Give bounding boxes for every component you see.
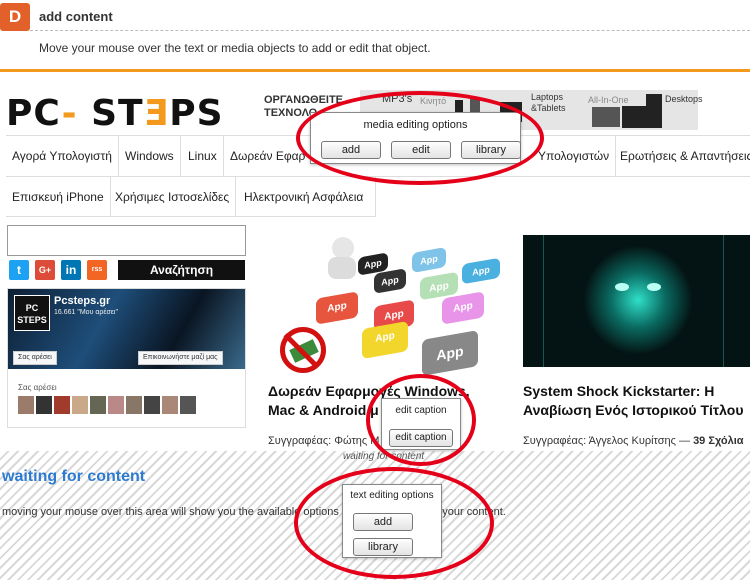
app-block: App bbox=[442, 291, 484, 325]
app-block: App bbox=[412, 247, 446, 273]
app-block: App bbox=[316, 291, 358, 325]
facebook-widget: PC STEPS Pcsteps.gr 16.661 "Μου αρέσει" … bbox=[7, 288, 246, 428]
app-block: App bbox=[374, 268, 406, 294]
shodan-eye-right bbox=[647, 283, 661, 291]
shodan-eye-left bbox=[615, 283, 629, 291]
banner-tablets-label: &Tablets bbox=[531, 103, 566, 113]
facebook-contact-button[interactable]: Επικοινωνήστε μαζί μας bbox=[138, 351, 223, 365]
search-button[interactable]: Αναζήτηση bbox=[118, 260, 245, 280]
article-meta: Συγγραφέας: Άγγελος Κυρίτσης — 39 Σχόλια bbox=[523, 435, 744, 447]
nav-item-useful-sites[interactable]: Χρήσιμες Ιστοσελίδες bbox=[109, 177, 237, 217]
nav-item-computers[interactable]: Υπολογιστών bbox=[532, 136, 617, 176]
site-logo-pc: PC bbox=[6, 93, 62, 134]
app-block: App bbox=[422, 330, 478, 376]
toolbar-title: add content bbox=[39, 9, 113, 24]
facebook-like-count: 16.661 "Μου αρέσει" bbox=[54, 309, 118, 316]
circuit-line bbox=[543, 235, 544, 367]
google-plus-icon[interactable]: G+ bbox=[35, 260, 55, 280]
nav-item-windows[interactable]: Windows bbox=[119, 136, 181, 176]
site-logo-st: ST bbox=[77, 93, 144, 134]
nav-item-iphone-repair[interactable]: Επισκευή iPhone bbox=[6, 177, 111, 217]
nav-item-buy-pc[interactable]: Αγορά Υπολογιστή bbox=[6, 136, 119, 176]
facebook-page-logo[interactable]: PC STEPS bbox=[14, 295, 50, 331]
search-input[interactable] bbox=[7, 225, 246, 256]
article-title-line2: Αναβίωση Ενός Ιστορικού Τίτλου bbox=[523, 402, 744, 418]
toolbar-instruction: Move your mouse over the text or media o… bbox=[39, 41, 431, 55]
linkedin-icon[interactable]: in bbox=[61, 260, 81, 280]
banner-allinone-label: All-In-One bbox=[588, 95, 629, 105]
article-meta: Συγγραφέας: Φώτης Μ bbox=[268, 435, 380, 447]
rss-icon[interactable]: rss bbox=[87, 260, 107, 280]
friend-avatar[interactable] bbox=[18, 396, 34, 414]
no-money-icon bbox=[280, 327, 326, 373]
friend-avatar[interactable] bbox=[36, 396, 52, 414]
friend-avatar[interactable] bbox=[180, 396, 196, 414]
facebook-page-name[interactable]: Pcsteps.gr bbox=[54, 295, 110, 307]
friend-avatar[interactable] bbox=[126, 396, 142, 414]
highlight-ring bbox=[366, 374, 476, 466]
facebook-logo-line1: PC bbox=[25, 303, 39, 313]
desktop-tower-image bbox=[646, 94, 662, 128]
article-title[interactable]: System Shock Kickstarter: Η Αναβίωση Ενό… bbox=[523, 382, 743, 420]
editor-toolbar: D add content Move your mouse over the t… bbox=[0, 0, 750, 72]
circuit-line bbox=[723, 235, 724, 367]
editor-logo-badge[interactable]: D bbox=[0, 3, 30, 31]
figure-body-image bbox=[328, 257, 356, 279]
page: D add content Move your mouse over the t… bbox=[0, 0, 750, 580]
friend-avatar[interactable] bbox=[72, 396, 88, 414]
site-logo-e: Ǝ bbox=[143, 93, 170, 134]
friend-avatar[interactable] bbox=[162, 396, 178, 414]
friend-avatar[interactable] bbox=[144, 396, 160, 414]
site-logo-ps: PS bbox=[169, 93, 224, 134]
nav-item-security[interactable]: Ηλεκτρονική Ασφάλεια bbox=[238, 177, 369, 217]
article-comments-link[interactable]: 39 Σχόλια bbox=[693, 435, 743, 447]
site-logo-dash: - bbox=[61, 93, 78, 134]
article-title-line1: System Shock Kickstarter: Η bbox=[523, 383, 715, 399]
friend-avatar[interactable] bbox=[54, 396, 70, 414]
app-block: App bbox=[462, 257, 500, 285]
article-image-apps[interactable]: App App App App App App App App App App bbox=[270, 235, 510, 376]
friend-avatar[interactable] bbox=[90, 396, 106, 414]
highlight-ring bbox=[296, 91, 544, 185]
banner-desktops-label: Desktops bbox=[665, 94, 703, 104]
shodan-face-image bbox=[583, 245, 693, 355]
banner-laptops-label: Laptops bbox=[531, 92, 564, 102]
figure-head-image bbox=[332, 237, 354, 259]
highlight-ring bbox=[294, 467, 494, 579]
twitter-icon[interactable]: t bbox=[9, 260, 29, 280]
site-logo[interactable]: PC- STƎPS bbox=[6, 93, 224, 134]
printer-image bbox=[592, 107, 620, 127]
secondary-nav: Επισκευή iPhone Χρήσιμες Ιστοσελίδες Ηλε… bbox=[6, 177, 376, 217]
facebook-like-button[interactable]: Σας αρέσει bbox=[13, 351, 57, 365]
waiting-title: waiting for content bbox=[2, 468, 146, 485]
facebook-friends-label: Σας αρέσει bbox=[18, 383, 57, 392]
nav-item-linux[interactable]: Linux bbox=[182, 136, 224, 176]
facebook-cover-image: PC STEPS Pcsteps.gr 16.661 "Μου αρέσει" … bbox=[8, 289, 245, 369]
nav-item-qa[interactable]: Ερωτήσεις & Απαντήσεις bbox=[614, 136, 750, 176]
app-block: App bbox=[362, 320, 408, 360]
article-image-system-shock[interactable] bbox=[523, 235, 750, 367]
facebook-logo-line2: STEPS bbox=[17, 315, 47, 325]
article-author: Συγγραφέας: Άγγελος Κυρίτσης — bbox=[523, 435, 694, 447]
friend-avatar[interactable] bbox=[108, 396, 124, 414]
toolbar-divider bbox=[30, 30, 750, 31]
